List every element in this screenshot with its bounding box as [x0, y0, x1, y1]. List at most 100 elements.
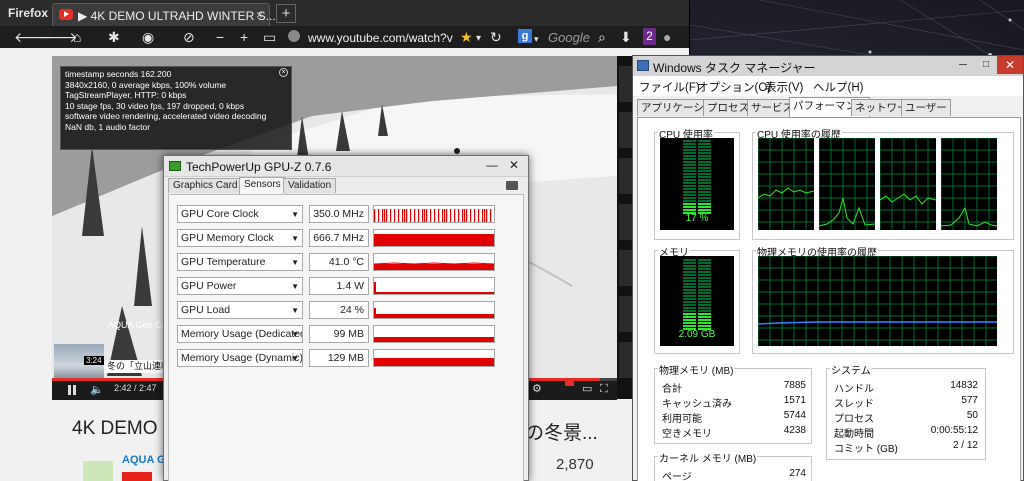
close-button[interactable]: ✕	[506, 158, 522, 174]
stat-commit-label: コミット (GB)	[834, 444, 898, 455]
sensor-select[interactable]: GPU Memory Clock ▼	[177, 229, 303, 247]
meter-segment	[683, 262, 696, 264]
bookmark-star-icon[interactable]: ✱	[108, 29, 120, 45]
home-icon[interactable]: ⌂	[73, 29, 81, 45]
stat-uptime-value: 0:00:55:12	[930, 425, 978, 436]
tab-processes[interactable]: プロセス	[703, 99, 753, 116]
related-video-title[interactable]: AQUA Geo Gra	[108, 320, 170, 330]
menu-help[interactable]: ヘルプ(H)	[813, 79, 863, 95]
meter-segment	[698, 149, 711, 151]
sidebar-thumbnail[interactable]	[619, 296, 632, 332]
volume-icon[interactable]: 🔈	[90, 382, 104, 398]
meter-segment	[683, 268, 696, 270]
search-engine-icon[interactable]: g	[518, 29, 532, 43]
tab-validation[interactable]: Validation	[283, 178, 337, 193]
sensor-select[interactable]: Memory Usage (Dedicated) ▼	[177, 325, 303, 343]
stat-handles-value: 14832	[950, 380, 978, 391]
gpuz-title-bar[interactable]: TechPowerUp GPU-Z 0.7.6 — ✕	[164, 156, 528, 177]
meter-segment	[683, 188, 696, 190]
firefox-menu-button[interactable]: Firefox	[8, 6, 48, 20]
pause-icon[interactable]	[68, 385, 76, 395]
sidebar-thumbnail[interactable]	[619, 342, 632, 378]
sensor-select[interactable]: GPU Core Clock ▼	[177, 205, 303, 223]
meter-segment	[683, 304, 696, 306]
tab-close-button[interactable]: ×	[256, 8, 263, 22]
stat-available-value: 5744	[783, 410, 806, 421]
meter-segment	[683, 310, 696, 312]
menu-file[interactable]: ファイル(F)	[639, 79, 700, 95]
tab-users[interactable]: ユーザー	[901, 99, 951, 116]
new-tab-button[interactable]: +	[276, 4, 296, 23]
dropdown-arrow-icon[interactable]: ▾	[476, 31, 481, 47]
search-go-icon[interactable]: ⌕	[598, 29, 606, 45]
stats-close-icon[interactable]: ×	[279, 68, 288, 77]
core-clock-spike	[438, 209, 440, 222]
tab-graphics-card[interactable]: Graphics Card	[168, 178, 243, 193]
settings-gear-icon[interactable]: ⚙	[532, 382, 542, 395]
meter-segment	[698, 164, 711, 166]
related-video-subtitle[interactable]: 冬の「立山連峰	[104, 360, 166, 373]
sidebar-thumbnail[interactable]	[619, 158, 632, 194]
meter-segment	[683, 283, 696, 285]
screenshot-camera-icon[interactable]	[506, 181, 518, 190]
task-manager-title-bar[interactable]: Windows タスク マネージャー ─ □ ✕	[633, 56, 1023, 76]
menu-view[interactable]: 表示(V)	[765, 79, 803, 95]
tab-sensors[interactable]: Sensors	[239, 177, 286, 194]
sensor-select[interactable]: Memory Usage (Dynamic) ▼	[177, 349, 303, 367]
sensor-name: Memory Usage (Dedicated)	[181, 328, 303, 340]
sensor-select[interactable]: GPU Temperature ▼	[177, 253, 303, 271]
sidebar-thumbnail[interactable]	[619, 204, 632, 240]
meter-segment	[683, 301, 696, 303]
sensor-value: 666.7 MHz	[309, 229, 369, 247]
sidebar-thumbnail[interactable]	[619, 250, 632, 286]
minimize-button[interactable]: —	[484, 158, 500, 174]
zoom-reset-icon[interactable]: ▭	[263, 29, 276, 45]
cpu-core-graph	[941, 138, 997, 230]
sidebar-thumbnail[interactable]	[619, 66, 632, 102]
close-button[interactable]: ✕	[997, 56, 1023, 74]
channel-name[interactable]: AQUA G	[122, 454, 166, 466]
menu-options[interactable]: オプション(O)	[697, 79, 771, 95]
url-bar[interactable]: www.youtube.com/watch?v	[308, 31, 453, 45]
zoom-out-icon[interactable]: −	[216, 29, 224, 45]
maximize-button[interactable]: □	[975, 56, 997, 74]
meter-segment	[698, 271, 711, 273]
dropdown-arrow-icon: ▼	[291, 210, 299, 219]
profile-icon[interactable]: ●	[663, 29, 671, 45]
menu-bar: ファイル(F) オプション(O) 表示(V) ヘルプ(H)	[633, 76, 1023, 96]
meter-segment	[683, 259, 696, 261]
meter-segment	[698, 268, 711, 270]
theater-mode-icon[interactable]: ▭	[582, 381, 592, 397]
meter-segment	[683, 143, 696, 145]
browser-tab-youtube[interactable]: ▶ 4K DEMO ULTRAHD WINTER S... ×	[52, 3, 276, 26]
channel-avatar[interactable]	[83, 461, 113, 481]
sensor-select[interactable]: GPU Power ▼	[177, 277, 303, 295]
cpu-percent: 17 %	[685, 213, 709, 224]
cpu-meter: 17 %	[660, 138, 734, 230]
minimize-button[interactable]: ─	[951, 56, 975, 74]
addon-badge[interactable]: 2	[643, 28, 656, 45]
graph-core-clock	[374, 209, 492, 222]
noscript-icon[interactable]: ⊘	[183, 29, 195, 45]
sidebar-thumbnail[interactable]	[619, 112, 632, 148]
bookmark-star-icon-url[interactable]: ★	[460, 29, 473, 45]
fullscreen-icon[interactable]: ⛶	[600, 381, 608, 397]
sensor-select[interactable]: GPU Load ▼	[177, 301, 303, 319]
core-clock-spike	[384, 209, 386, 222]
firefox-tab-bar: Firefox ▶ 4K DEMO ULTRAHD WINTER S... × …	[0, 0, 689, 26]
addon-globe-icon[interactable]: ◉	[142, 29, 154, 45]
meter-segment	[683, 280, 696, 282]
search-input[interactable]: Google	[548, 30, 590, 45]
meter-segment	[683, 197, 696, 199]
zoom-in-icon[interactable]: +	[240, 29, 248, 45]
forward-arrow-icon[interactable]: 🡒	[40, 29, 78, 45]
meter-segment	[683, 277, 696, 279]
search-engine-dropdown-icon[interactable]: ▾	[534, 31, 539, 47]
reload-icon[interactable]: ↻	[490, 29, 502, 45]
meter-segment	[698, 203, 711, 205]
meter-segment	[683, 265, 696, 267]
download-icon[interactable]: ⬇	[620, 29, 632, 45]
core-clock-spike	[426, 209, 428, 222]
subscribe-button[interactable]	[122, 472, 152, 481]
site-identity-icon[interactable]	[288, 30, 300, 42]
